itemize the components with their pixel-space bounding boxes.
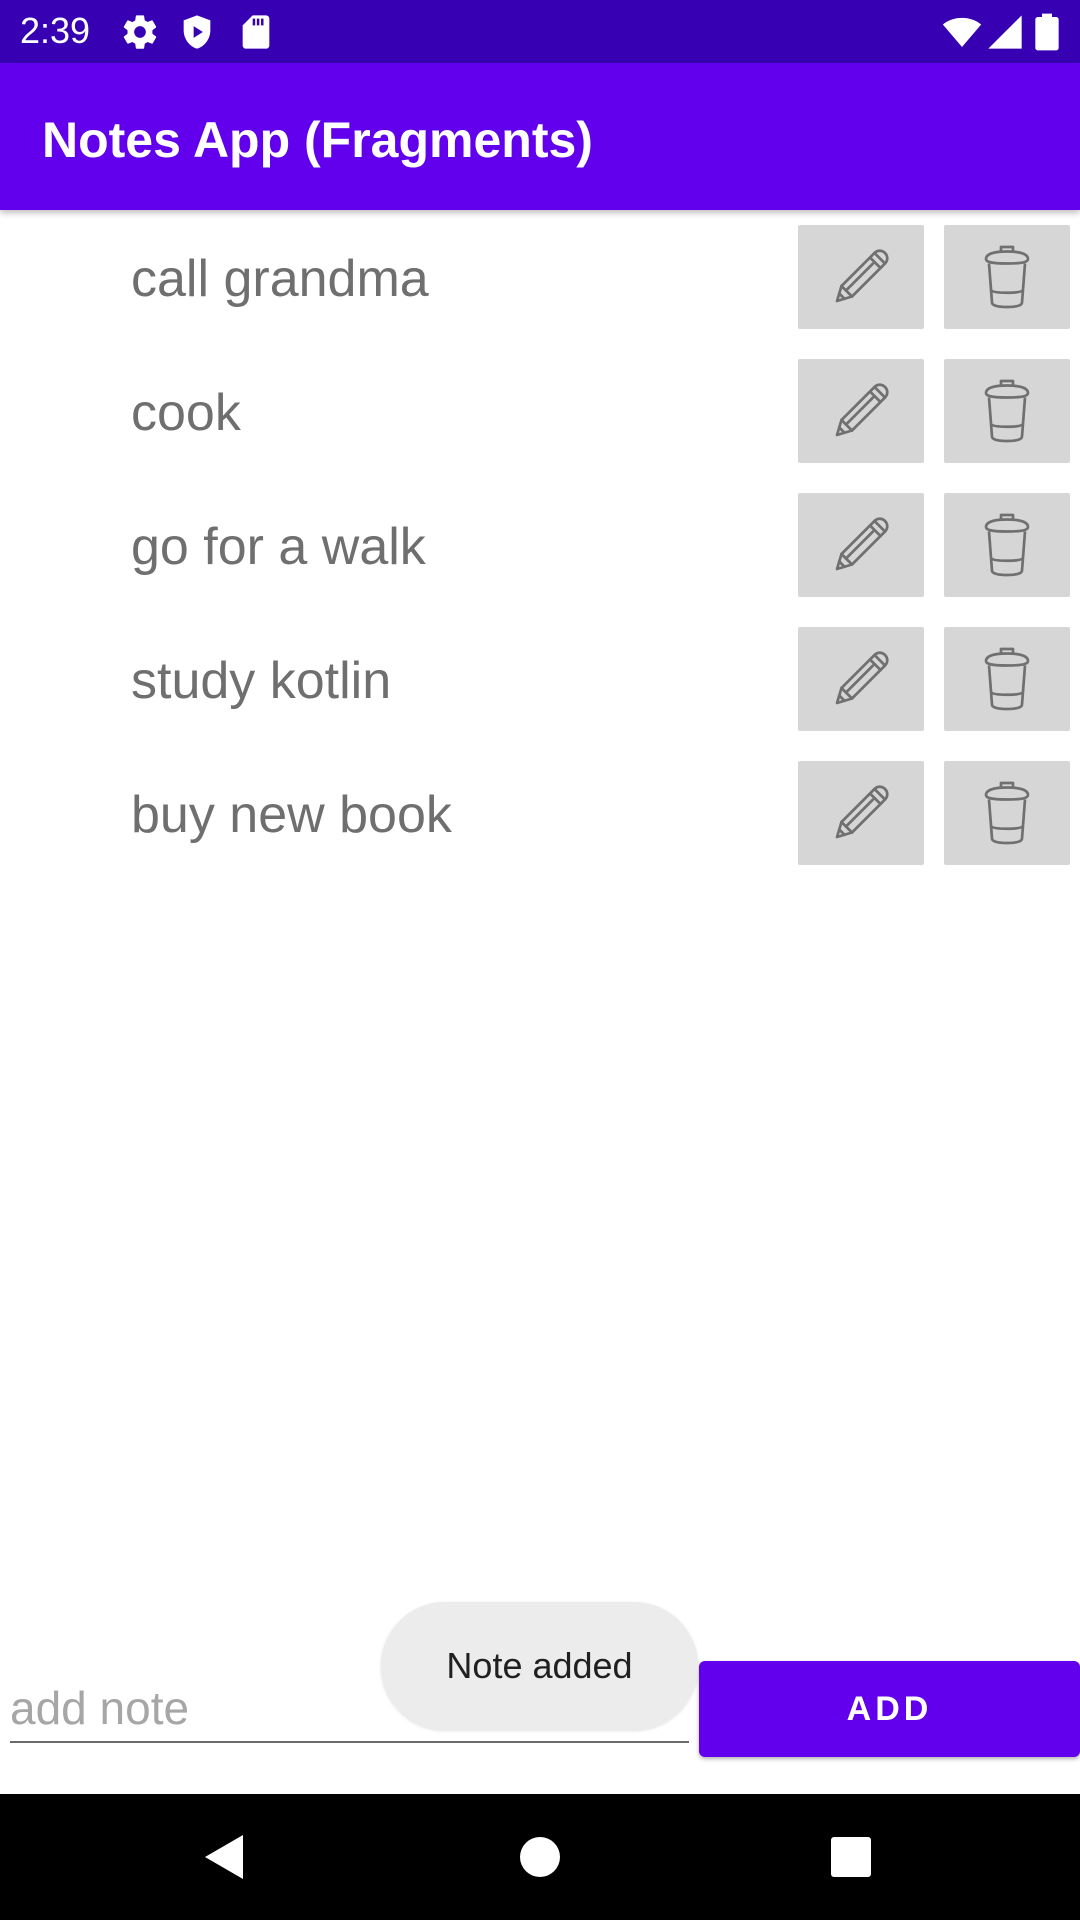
home-button[interactable]	[507, 1824, 573, 1890]
note-text: study kotlin	[131, 652, 392, 710]
add-button[interactable]: ADD	[699, 1661, 1080, 1757]
note-text: cook	[131, 384, 241, 442]
edit-note-button[interactable]	[798, 627, 924, 731]
back-button[interactable]	[192, 1824, 258, 1890]
edit-note-button[interactable]	[798, 493, 924, 597]
back-icon	[205, 1835, 243, 1879]
delete-note-button[interactable]	[944, 493, 1070, 597]
delete-note-button[interactable]	[944, 359, 1070, 463]
app-bar: Notes App (Fragments)	[0, 63, 1080, 210]
shield-icon	[177, 12, 217, 52]
trash-icon	[984, 245, 1030, 309]
list-item: cook	[0, 359, 1080, 463]
edit-note-button[interactable]	[798, 225, 924, 329]
list-item: buy new book	[0, 761, 1080, 865]
status-bar: 2:39	[0, 0, 1080, 63]
recents-icon	[831, 1837, 871, 1877]
trash-icon	[984, 647, 1030, 711]
delete-note-button[interactable]	[944, 761, 1070, 865]
list-item: study kotlin	[0, 627, 1080, 731]
pencil-icon	[835, 785, 889, 839]
pencil-icon	[835, 249, 889, 303]
delete-note-button[interactable]	[944, 225, 1070, 329]
trash-icon	[984, 513, 1030, 577]
wifi-icon	[942, 12, 982, 52]
note-text: call grandma	[131, 250, 429, 308]
note-text: go for a walk	[131, 518, 426, 576]
pencil-icon	[835, 383, 889, 437]
pencil-icon	[835, 651, 889, 705]
list-item: go for a walk	[0, 493, 1080, 597]
toast-message: Note added	[381, 1602, 698, 1730]
edit-note-button[interactable]	[798, 761, 924, 865]
pencil-icon	[835, 517, 889, 571]
recents-button[interactable]	[818, 1824, 884, 1890]
battery-icon	[1030, 12, 1064, 52]
input-underline	[10, 1741, 689, 1743]
navigation-bar	[0, 1794, 1080, 1920]
note-text: buy new book	[131, 786, 452, 844]
edit-note-button[interactable]	[798, 359, 924, 463]
status-time: 2:39	[20, 10, 91, 51]
app-title: Notes App (Fragments)	[42, 112, 593, 168]
trash-icon	[984, 379, 1030, 443]
cell-signal-icon	[985, 12, 1025, 52]
trash-icon	[984, 781, 1030, 845]
home-icon	[520, 1837, 560, 1877]
gear-icon	[120, 12, 160, 52]
delete-note-button[interactable]	[944, 627, 1070, 731]
sd-card-icon	[236, 12, 276, 52]
list-item: call grandma	[0, 225, 1080, 329]
